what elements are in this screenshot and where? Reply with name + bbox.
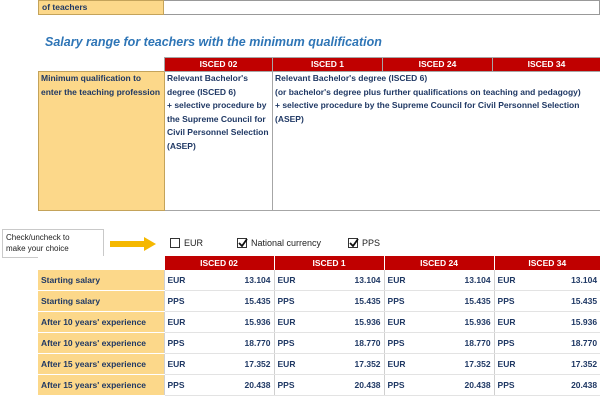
salary-value: 18.770	[214, 332, 275, 354]
table-row: Starting salary PPS 15.435 PPS 15.435 PP…	[38, 290, 600, 312]
currency-label: EUR	[493, 353, 548, 375]
salary-value: 13.104	[329, 270, 385, 291]
salary-value: 17.352	[329, 353, 385, 375]
row-label: of teachers	[38, 0, 164, 15]
currency-label: PPS	[273, 290, 330, 312]
salary-value: 20.438	[214, 374, 275, 396]
salary-value: 15.936	[214, 311, 275, 333]
previous-table-row: of teachers	[38, 0, 600, 15]
row-value-cell	[164, 0, 600, 15]
currency-label: EUR	[273, 270, 330, 291]
currency-label: EUR	[383, 311, 440, 333]
salary-table: ISCED 02 ISCED 1 ISCED 24 ISCED 34 Start…	[38, 256, 600, 396]
qualification-isced-02: Relevant Bachelor's degree (ISCED 6) + s…	[164, 71, 273, 211]
header-isced-1: ISCED 1	[273, 256, 385, 270]
currency-label: EUR	[493, 270, 548, 291]
currency-label: PPS	[163, 332, 214, 354]
currency-label: EUR	[383, 353, 440, 375]
salary-value: 13.104	[439, 270, 495, 291]
currency-label: EUR	[273, 311, 330, 333]
row-label: Starting salary	[38, 270, 164, 291]
currency-label: PPS	[273, 332, 330, 354]
eur-checkbox[interactable]: EUR	[170, 236, 203, 250]
salary-value: 15.936	[547, 311, 600, 333]
table-row: After 10 years' experience EUR 15.936 EU…	[38, 311, 600, 333]
currency-label: EUR	[273, 353, 330, 375]
currency-label: PPS	[493, 332, 548, 354]
row-label: After 10 years' experience	[38, 311, 164, 333]
header-isced-02: ISCED 02	[164, 57, 273, 72]
header-isced-1: ISCED 1	[272, 57, 383, 72]
currency-label: EUR	[163, 353, 214, 375]
salary-value: 17.352	[439, 353, 495, 375]
salary-value: 17.352	[214, 353, 275, 375]
hint-box: Check/uncheck to make your choice	[2, 229, 104, 258]
header-isced-34: ISCED 34	[492, 57, 600, 72]
salary-value: 18.770	[439, 332, 495, 354]
checkmark-icon[interactable]	[237, 238, 248, 248]
header-isced-34: ISCED 34	[493, 256, 600, 270]
salary-value: 17.352	[547, 353, 600, 375]
currency-label: PPS	[163, 374, 214, 396]
currency-label: PPS	[273, 374, 330, 396]
salary-value: 15.435	[329, 290, 385, 312]
salary-value: 15.936	[439, 311, 495, 333]
table-row: After 15 years' experience EUR 17.352 EU…	[38, 353, 600, 375]
table-row: Starting salary EUR 13.104 EUR 13.104 EU…	[38, 270, 600, 291]
header-isced-24: ISCED 24	[382, 57, 493, 72]
currency-label: PPS	[383, 374, 440, 396]
national-currency-checkbox[interactable]: National currency	[237, 236, 321, 250]
hint-line: make your choice	[6, 244, 69, 253]
header-isced-24: ISCED 24	[383, 256, 495, 270]
row-label: After 10 years' experience	[38, 332, 164, 354]
salary-value: 13.104	[547, 270, 600, 291]
currency-label: PPS	[163, 290, 214, 312]
currency-label: PPS	[493, 374, 548, 396]
currency-label: EUR	[163, 311, 214, 333]
salary-value: 15.435	[547, 290, 600, 312]
currency-label: EUR	[163, 270, 214, 291]
checkmark-icon[interactable]	[348, 238, 359, 248]
currency-label: PPS	[383, 332, 440, 354]
currency-label: PPS	[383, 290, 440, 312]
salary-value: 18.770	[547, 332, 600, 354]
currency-label: EUR	[493, 311, 548, 333]
header-isced-02: ISCED 02	[163, 256, 275, 270]
salary-value: 20.438	[329, 374, 385, 396]
checkbox-empty-icon[interactable]	[170, 238, 180, 248]
pps-checkbox[interactable]: PPS	[348, 236, 380, 250]
qualification-table: ISCED 02 ISCED 1 ISCED 24 ISCED 34 Minim…	[38, 57, 600, 211]
salary-value: 15.435	[439, 290, 495, 312]
qualification-isced-1-24-34: Relevant Bachelor's degree (ISCED 6) (or…	[272, 71, 600, 211]
section-title: Salary range for teachers with the minim…	[45, 35, 382, 49]
currency-label: EUR	[383, 270, 440, 291]
salary-value: 20.438	[547, 374, 600, 396]
table-row: After 15 years' experience PPS 20.438 PP…	[38, 374, 600, 396]
salary-value: 20.438	[439, 374, 495, 396]
salary-value: 18.770	[329, 332, 385, 354]
qualification-row-label: Minimum qualification to enter the teach…	[38, 71, 165, 211]
arrow-right-icon	[110, 237, 156, 251]
table-row: After 10 years' experience PPS 18.770 PP…	[38, 332, 600, 354]
hint-line: Check/uncheck to	[6, 233, 70, 242]
salary-value: 15.936	[329, 311, 385, 333]
salary-value: 13.104	[214, 270, 275, 291]
row-label: After 15 years' experience	[38, 353, 164, 375]
row-label: After 15 years' experience	[38, 374, 164, 396]
currency-label: PPS	[493, 290, 548, 312]
salary-value: 15.435	[214, 290, 275, 312]
row-label: Starting salary	[38, 290, 164, 312]
